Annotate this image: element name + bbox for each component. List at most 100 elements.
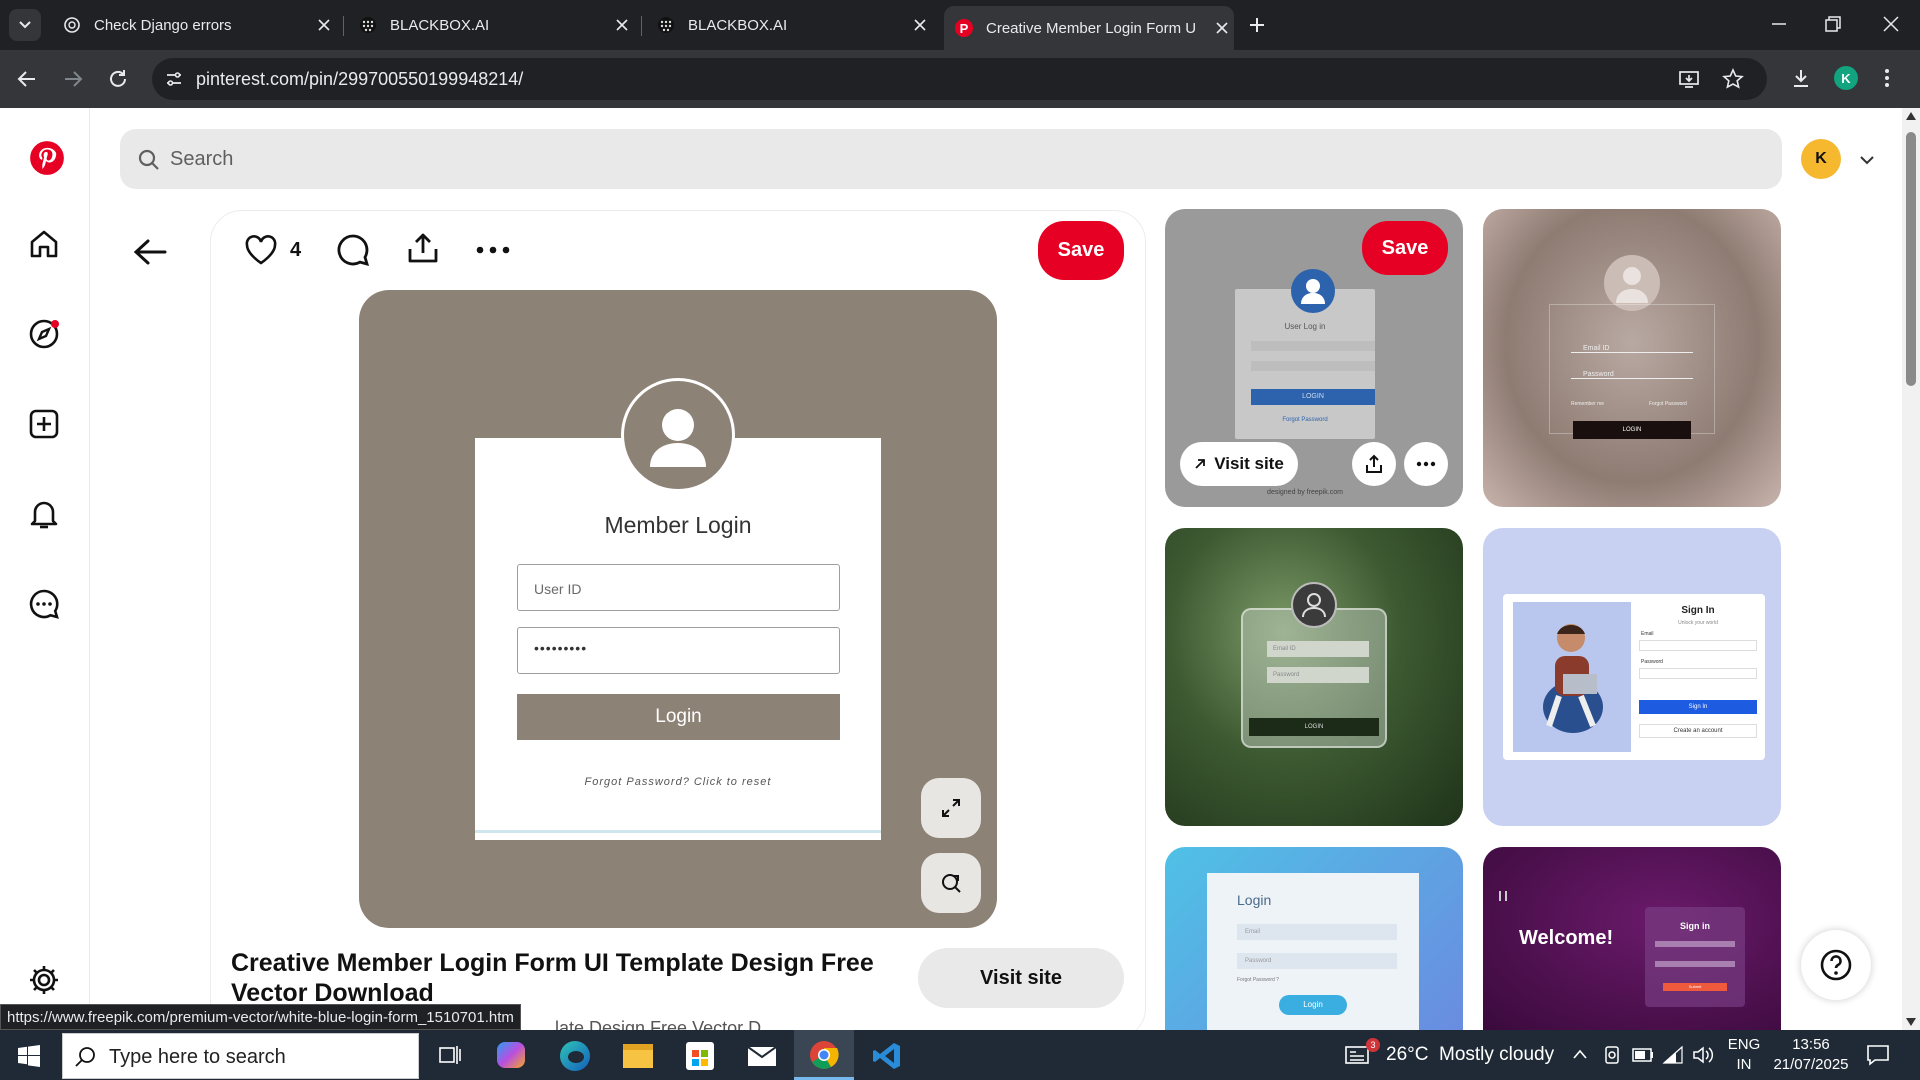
- related-pin-6[interactable]: Welcome! Sign in Submit: [1483, 847, 1781, 1030]
- thumb-share-button[interactable]: [1352, 442, 1396, 486]
- profile-avatar[interactable]: K: [1834, 66, 1858, 90]
- user-avatar-icon: [621, 378, 735, 492]
- explore-icon[interactable]: [26, 316, 62, 352]
- tab-search-button[interactable]: [9, 9, 41, 41]
- tab-title: Check Django errors: [94, 16, 232, 34]
- site-info-icon[interactable]: [164, 69, 184, 89]
- svg-text:P: P: [960, 21, 969, 36]
- tab-creative-member-login[interactable]: P Creative Member Login Form U: [944, 6, 1234, 50]
- scrollbar-thumb[interactable]: [1906, 132, 1916, 386]
- minimize-icon[interactable]: [1770, 15, 1788, 33]
- close-icon[interactable]: [912, 17, 928, 33]
- thumb-forgot: Forgot Password: [1649, 401, 1687, 407]
- expand-button[interactable]: [921, 778, 981, 838]
- file-explorer-app-icon[interactable]: [623, 1044, 653, 1068]
- reload-icon[interactable]: [107, 68, 129, 90]
- meet-now-icon[interactable]: [1602, 1045, 1622, 1065]
- close-icon[interactable]: [1214, 20, 1230, 36]
- vscode-app-icon[interactable]: [872, 1041, 902, 1071]
- wifi-icon[interactable]: [1662, 1045, 1684, 1065]
- forward-icon[interactable]: [62, 68, 84, 90]
- login-form-mock: Member Login User ID ••••••••• Login For…: [475, 438, 881, 840]
- input-language[interactable]: ENG IN: [1724, 1035, 1764, 1075]
- visual-search-button[interactable]: [921, 853, 981, 913]
- address-bar[interactable]: pinterest.com/pin/299700550199948214/: [152, 58, 1767, 100]
- bookmark-star-icon[interactable]: [1722, 68, 1744, 90]
- tab-blackbox-2[interactable]: BLACKBOX.AI: [652, 8, 932, 42]
- visit-site-button[interactable]: Visit site: [918, 948, 1124, 1008]
- taskbar-search-box[interactable]: Type here to search: [62, 1033, 419, 1079]
- install-app-icon[interactable]: [1678, 68, 1700, 90]
- save-button[interactable]: Save: [1038, 221, 1124, 280]
- forgot-password-text: Forgot Password? Click to reset: [584, 776, 772, 788]
- user-icon: [1291, 582, 1337, 628]
- task-view-icon[interactable]: [438, 1044, 462, 1066]
- thumb-label: Password: [1641, 659, 1663, 665]
- thumb-heading: Sign in: [1680, 921, 1710, 931]
- microsoft-store-app-icon[interactable]: [686, 1042, 714, 1070]
- help-button[interactable]: [1801, 930, 1871, 1000]
- pinterest-logo-icon[interactable]: [29, 140, 65, 176]
- clock[interactable]: 13:56 21/07/2025: [1766, 1035, 1856, 1075]
- weather-text: 26°C Mostly cloudy: [1386, 1044, 1555, 1065]
- edge-app-icon[interactable]: [560, 1041, 590, 1071]
- messages-icon[interactable]: [26, 586, 62, 622]
- chevron-down-icon: [19, 21, 31, 29]
- arrow-up-right-icon: [1195, 459, 1206, 469]
- thumb-more-button[interactable]: [1404, 442, 1448, 486]
- download-icon[interactable]: [1790, 67, 1812, 89]
- tray-chevron-up-icon[interactable]: [1572, 1048, 1588, 1060]
- related-pin-2[interactable]: Email ID Password Remember me Forgot Pas…: [1483, 209, 1781, 507]
- page-scrollbar[interactable]: [1902, 108, 1920, 1030]
- related-pin-4[interactable]: Sign In Unlock your world Email Password…: [1483, 528, 1781, 826]
- weather-widget[interactable]: 3 26°C Mostly cloudy: [1344, 1038, 1555, 1070]
- notifications-bell-icon[interactable]: [26, 496, 62, 532]
- thumb-field: Password: [1571, 371, 1693, 379]
- related-pin-5[interactable]: Login Email Password Forgot Password ? L…: [1165, 847, 1463, 1030]
- account-chevron-down-icon[interactable]: [1858, 151, 1876, 169]
- heart-icon[interactable]: [244, 234, 278, 266]
- thumb-caption: User Log in: [1284, 322, 1326, 331]
- thumb-save-button[interactable]: Save: [1362, 221, 1448, 275]
- close-icon[interactable]: [316, 17, 332, 33]
- taskbar-search-input[interactable]: Type here to search: [109, 1046, 286, 1069]
- new-tab-icon[interactable]: [1247, 15, 1267, 35]
- home-icon[interactable]: [26, 226, 62, 262]
- back-icon[interactable]: [16, 68, 38, 90]
- pin-image[interactable]: Member Login User ID ••••••••• Login For…: [359, 290, 997, 928]
- menu-kebab-icon[interactable]: [1884, 67, 1890, 89]
- close-window-icon[interactable]: [1882, 15, 1900, 33]
- help-icon: [1820, 949, 1852, 981]
- back-arrow-icon[interactable]: [133, 237, 167, 267]
- thumb-field: Email ID: [1571, 345, 1693, 353]
- settings-gear-icon[interactable]: [26, 962, 62, 998]
- thumb-forgot: Forgot Password: [1282, 417, 1328, 423]
- search-icon: [75, 1047, 95, 1067]
- notification-center-icon[interactable]: [1866, 1044, 1890, 1066]
- thumb-visit-site-button[interactable]: Visit site: [1180, 442, 1298, 486]
- volume-icon[interactable]: [1692, 1045, 1714, 1065]
- pinterest-sidebar: [0, 108, 90, 1030]
- battery-icon[interactable]: [1632, 1048, 1654, 1062]
- related-pin-1[interactable]: User Log in LOGIN Forgot Password design…: [1165, 209, 1463, 507]
- search-input[interactable]: Search: [170, 148, 233, 171]
- chrome-app-active[interactable]: [794, 1030, 854, 1080]
- tab-check-django-errors[interactable]: Check Django errors: [56, 8, 336, 42]
- close-icon[interactable]: [614, 17, 630, 33]
- windows-start-icon[interactable]: [18, 1045, 40, 1067]
- scroll-up-icon[interactable]: [1906, 112, 1916, 120]
- comment-icon[interactable]: [336, 233, 370, 267]
- mail-app-icon[interactable]: [747, 1044, 777, 1068]
- scroll-down-icon[interactable]: [1906, 1018, 1916, 1026]
- more-options-icon[interactable]: [476, 246, 510, 254]
- chatgpt-icon: [64, 17, 80, 33]
- copilot-app-icon[interactable]: [497, 1042, 525, 1068]
- tab-blackbox-1[interactable]: BLACKBOX.AI: [354, 8, 634, 42]
- restore-icon[interactable]: [1824, 15, 1842, 33]
- thumb-heading: Login: [1237, 892, 1272, 908]
- pinterest-search-bar[interactable]: Search: [120, 129, 1782, 189]
- user-avatar[interactable]: K: [1801, 139, 1841, 179]
- create-icon[interactable]: [26, 406, 62, 442]
- related-pin-3[interactable]: Email ID Password LOGIN: [1165, 528, 1463, 826]
- share-icon[interactable]: [406, 231, 440, 265]
